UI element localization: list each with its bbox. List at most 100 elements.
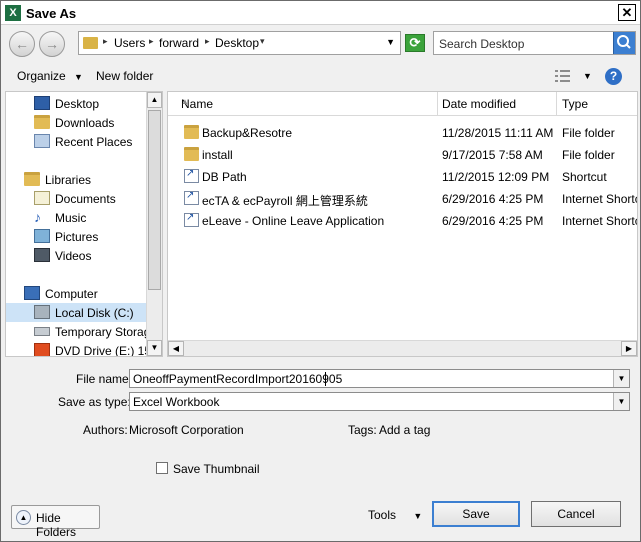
scroll-down-arrow-icon[interactable]: ▼	[147, 340, 162, 356]
nav-item-videos[interactable]: Videos	[6, 246, 148, 265]
nav-item-music[interactable]: ♪ Music	[6, 208, 148, 227]
folder-icon	[184, 147, 199, 161]
column-label: Date modified	[442, 97, 517, 111]
column-header-date[interactable]: Date modified	[438, 92, 557, 116]
downloads-folder-icon	[34, 115, 50, 129]
nav-item-temporary-storage[interactable]: Temporary Storage	[6, 322, 157, 341]
file-type: File folder	[562, 126, 615, 140]
chevron-down-icon[interactable]: ▾	[260, 36, 265, 47]
nav-item-documents[interactable]: Documents	[6, 189, 148, 208]
file-date: 6/29/2016 4:25 PM	[442, 192, 544, 206]
new-folder-button[interactable]: New folder	[96, 69, 153, 83]
hide-folders-button[interactable]: ▲ Hide Folders	[11, 505, 100, 539]
cancel-button[interactable]: Cancel	[531, 501, 621, 527]
scroll-right-arrow-icon[interactable]: ▶	[621, 341, 637, 356]
scroll-up-arrow-icon[interactable]: ▲	[147, 92, 162, 108]
file-date: 9/17/2015 7:58 AM	[442, 148, 543, 162]
back-button[interactable]: ←	[9, 31, 35, 57]
nav-item-libraries[interactable]: Libraries	[6, 170, 148, 189]
dvd-drive-icon	[34, 343, 50, 356]
close-button[interactable]: ✕	[618, 4, 636, 21]
file-date: 6/29/2016 4:25 PM	[442, 214, 544, 228]
file-row[interactable]: install 9/17/2015 7:58 AM File folder	[168, 144, 637, 164]
file-row[interactable]: ecTA & ecPayroll 網上管理系統 6/29/2016 4:25 P…	[168, 188, 637, 208]
nav-item-desktop[interactable]: Desktop	[6, 94, 148, 113]
file-name-value: OneoffPaymentRecordImport20160905	[133, 372, 343, 386]
save-thumbnail-label[interactable]: Save Thumbnail	[173, 462, 260, 476]
chevron-up-icon: ▲	[16, 510, 31, 525]
forward-button[interactable]: →	[39, 31, 65, 57]
chevron-down-icon[interactable]: ▼	[613, 370, 629, 387]
nav-label: Documents	[55, 192, 116, 206]
file-name-input[interactable]: OneoffPaymentRecordImport20160905 ▼	[129, 369, 630, 388]
computer-icon	[24, 286, 40, 300]
authors-value[interactable]: Microsoft Corporation	[129, 423, 244, 437]
excel-icon: X	[5, 5, 21, 21]
nav-item-downloads[interactable]: Downloads	[6, 113, 148, 132]
help-icon[interactable]: ?	[605, 68, 622, 85]
tools-menu[interactable]: Tools ▼	[368, 508, 422, 522]
libraries-icon	[24, 172, 40, 186]
search-icon[interactable]	[613, 32, 635, 54]
internet-shortcut-icon	[184, 190, 199, 205]
pictures-icon	[34, 229, 50, 243]
tags-value[interactable]: Add a tag	[379, 423, 430, 437]
videos-icon	[34, 248, 50, 262]
refresh-button[interactable]: ⟳	[405, 34, 425, 52]
chevron-down-icon[interactable]: ▼	[613, 393, 629, 410]
file-name: eLeave - Online Leave Application	[202, 214, 385, 228]
scroll-thumb[interactable]	[148, 110, 161, 290]
nav-scrollbar[interactable]: ▲ ▼	[146, 92, 162, 356]
chevron-right-icon[interactable]: ▸	[205, 36, 210, 47]
file-date: 11/2/2015 12:09 PM	[442, 170, 550, 184]
chevron-right-icon[interactable]: ▸	[103, 36, 108, 47]
file-row[interactable]: DB Path 11/2/2015 12:09 PM Shortcut	[168, 166, 637, 186]
column-header-name[interactable]: Name ▲	[168, 92, 438, 116]
nav-item-pictures[interactable]: Pictures	[6, 227, 148, 246]
file-row[interactable]: eLeave - Online Leave Application 6/29/2…	[168, 210, 637, 230]
breadcrumb-desktop[interactable]: Desktop	[215, 36, 259, 50]
view-options-icon[interactable]	[555, 70, 571, 82]
chevron-down-icon: ▼	[413, 511, 423, 521]
nav-item-dvd-drive[interactable]: DVD Drive (E:) 15.(	[6, 341, 158, 356]
file-name: DB Path	[202, 170, 247, 184]
nav-label: Pictures	[55, 230, 99, 244]
view-dropdown-chevron-icon[interactable]: ▼	[583, 71, 592, 81]
file-list-horizontal-scrollbar[interactable]: ◀ ▶	[168, 340, 637, 356]
save-as-type-label: Save as type:	[58, 395, 131, 409]
breadcrumb-forward[interactable]: forward	[159, 36, 199, 50]
nav-item-recent-places[interactable]: Recent Places	[6, 132, 148, 151]
music-icon: ♪	[34, 209, 41, 225]
scroll-left-arrow-icon[interactable]: ◀	[168, 341, 184, 356]
file-row[interactable]: Backup&Resotre 11/28/2015 11:11 AM File …	[168, 122, 637, 142]
file-name: ecTA & ecPayroll 網上管理系統	[202, 194, 368, 208]
navigation-pane: Desktop Downloads Recent Places Librarie…	[5, 91, 163, 357]
address-bar[interactable]: ▸ Users ▸ forward ▸ Desktop ▾ ▼	[78, 31, 401, 55]
column-header-type[interactable]: Type	[557, 92, 637, 116]
search-input[interactable]: Search Desktop	[433, 31, 636, 55]
file-date: 11/28/2015 11:11 AM	[442, 126, 554, 140]
file-list: Name ▲ Date modified Type Backup&Resotre…	[167, 91, 638, 357]
file-name: install	[202, 148, 233, 162]
column-label: Type	[562, 97, 589, 111]
nav-label: Desktop	[55, 97, 100, 111]
nav-item-computer[interactable]: Computer	[6, 284, 148, 303]
file-type: Internet Shortcut	[562, 214, 637, 228]
address-history-dropdown[interactable]: ▼	[386, 37, 395, 47]
save-as-type-select[interactable]: Excel Workbook ▼	[129, 392, 630, 411]
nav-label: Videos	[55, 249, 92, 263]
file-type: Internet Shortcut	[562, 192, 637, 206]
nav-label: Downloads	[55, 116, 115, 130]
organize-menu[interactable]: Organize ▼	[17, 69, 83, 83]
save-thumbnail-checkbox[interactable]	[156, 462, 168, 474]
command-toolbar: Organize ▼ New folder ▼ ?	[1, 64, 640, 90]
save-as-type-value: Excel Workbook	[133, 395, 220, 409]
nav-item-local-disk[interactable]: Local Disk (C:)	[6, 303, 148, 322]
file-name: Backup&Resotre	[202, 126, 293, 140]
breadcrumb-users[interactable]: Users	[114, 36, 145, 50]
save-button[interactable]: Save	[432, 501, 520, 527]
chevron-right-icon[interactable]: ▸	[149, 36, 154, 47]
organize-label: Organize	[17, 69, 66, 83]
nav-label: Computer	[45, 287, 98, 301]
tools-label: Tools	[368, 508, 397, 522]
